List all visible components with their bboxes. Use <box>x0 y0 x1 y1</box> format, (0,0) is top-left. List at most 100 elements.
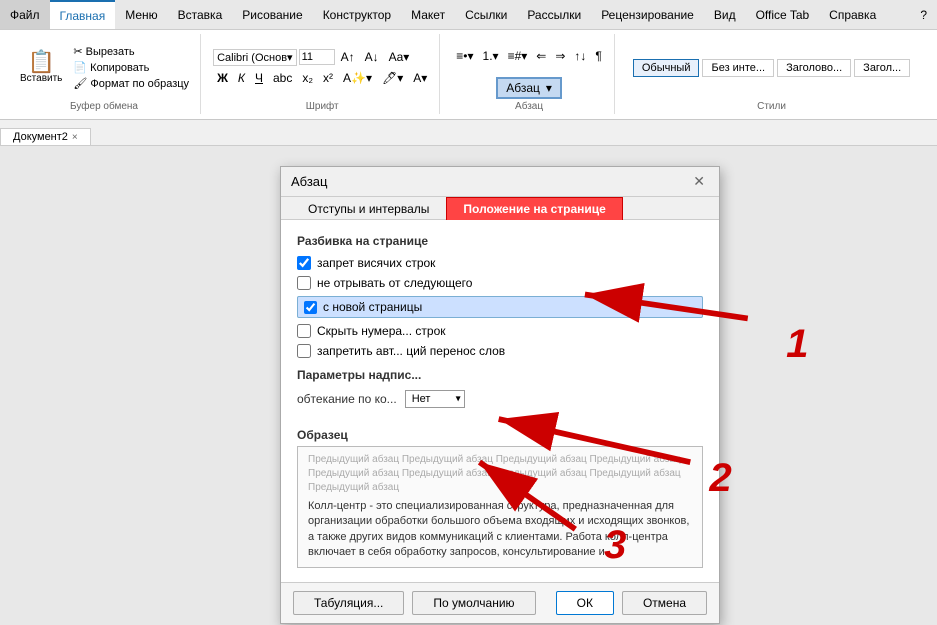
bullets-button[interactable]: ≡•▾ <box>452 47 477 65</box>
abzac-highlight-box[interactable]: Абзац ▾ <box>496 77 562 99</box>
font-size-select[interactable]: 11 <box>299 49 335 65</box>
font-label: Шрифт <box>306 99 339 112</box>
checkbox-no-hyphenation-input[interactable] <box>297 344 311 358</box>
abzac-highlight-label: Абзац <box>506 81 540 95</box>
menu-help-icon[interactable]: ? <box>910 0 937 29</box>
dialog-footer: Табуляция... По умолчанию ОК Отмена <box>281 582 719 623</box>
dialog-tabs: Отступы и интервалы Положение на страниц… <box>281 197 719 220</box>
font-content: Calibri (Основ▾ 11 A↑ A↓ Aa▾ Ж К Ч abc x… <box>213 36 431 99</box>
menu-help[interactable]: Справка <box>819 0 886 29</box>
dialog-close-button[interactable]: ✕ <box>689 173 709 190</box>
menu-constructor[interactable]: Конструктор <box>313 0 401 29</box>
checkbox-page-break-label: с новой страницы <box>323 300 422 314</box>
checkbox-suppress-line-numbers-label: Скрыть нумера... строк <box>317 324 446 338</box>
default-button[interactable]: По умолчанию <box>412 591 535 615</box>
checkbox-orphan-input[interactable] <box>297 256 311 270</box>
checkbox-suppress-line-numbers-input[interactable] <box>297 324 311 338</box>
tabulyatsiya-button[interactable]: Табуляция... <box>293 591 404 615</box>
abzac-expand-icon: ▾ <box>546 81 552 95</box>
checkbox-keep-with-next-input[interactable] <box>297 276 311 290</box>
paste-icon: 📋 <box>27 51 54 73</box>
menu-insert[interactable]: Вставка <box>168 0 233 29</box>
style-heading2[interactable]: Загол... <box>854 59 910 77</box>
change-case-button[interactable]: Aa▾ <box>385 48 414 66</box>
checkbox-page-break-before: с новой страницы <box>297 296 703 318</box>
nadpis-section-title: Параметры надпис... <box>297 368 703 382</box>
wrap-row: обтекание по ко... Нет <box>297 390 703 408</box>
nadpis-section: Параметры надпис... обтекание по ко... Н… <box>297 368 703 408</box>
wrap-select-wrapper: Нет <box>405 390 465 408</box>
ok-button[interactable]: ОК <box>556 591 614 615</box>
menu-office-tab[interactable]: Office Tab <box>746 0 820 29</box>
styles-section: Обычный Без инте... Заголово... Загол... <box>627 57 916 79</box>
svg-text:1: 1 <box>786 321 808 366</box>
menu-file[interactable]: Файл <box>0 0 50 29</box>
section-pagination-title: Разбивка на странице <box>297 234 703 248</box>
copy-button[interactable]: 📄 Копировать <box>70 60 192 75</box>
menu-draw[interactable]: Рисование <box>232 0 312 29</box>
decrease-indent-button[interactable]: ⇐ <box>532 47 550 65</box>
superscript-button[interactable]: x² <box>319 69 337 87</box>
cancel-button[interactable]: Отмена <box>622 591 707 615</box>
dialog-body: Разбивка на странице запрет висячих стро… <box>281 220 719 582</box>
numbering-button[interactable]: 1.▾ <box>479 47 503 65</box>
sample-section: Образец Предыдущий абзац Предыдущий абза… <box>297 428 703 568</box>
menu-home[interactable]: Главная <box>50 0 116 29</box>
style-heading1[interactable]: Заголово... <box>777 59 851 77</box>
checkbox-no-hyphenation-label: запретить авт... ций перенос слов <box>317 344 505 358</box>
wrap-label: обтекание по ко... <box>297 392 397 406</box>
paste-button[interactable]: 📋 Вставить <box>16 49 66 86</box>
menu-menu[interactable]: Меню <box>115 0 167 29</box>
style-no-spacing[interactable]: Без инте... <box>702 59 774 77</box>
ribbon-group-styles: Обычный Без инте... Заголово... Загол...… <box>619 34 924 114</box>
format-painter-button[interactable]: 🖌 Формат по образцу <box>70 76 192 91</box>
dialog-title-bar[interactable]: Абзац ✕ <box>281 167 719 197</box>
strikethrough-button[interactable]: abc <box>269 69 296 87</box>
font-grow-button[interactable]: A↑ <box>337 48 359 66</box>
paste-label: Вставить <box>20 73 62 84</box>
menu-bar: Файл Главная Меню Вставка Рисование Конс… <box>0 0 937 30</box>
ribbon-group-font: Calibri (Основ▾ 11 A↑ A↓ Aa▾ Ж К Ч abc x… <box>205 34 440 114</box>
clipboard-content: 📋 Вставить ✂ Вырезать 📄 Копировать 🖌 Фор… <box>16 36 192 99</box>
sample-main-text: Колл-центр - это специализированная стру… <box>308 499 692 561</box>
menu-links[interactable]: Ссылки <box>455 0 517 29</box>
dialog-tab-position[interactable]: Положение на странице <box>446 197 622 220</box>
font-shrink-button[interactable]: A↓ <box>361 48 383 66</box>
style-normal[interactable]: Обычный <box>633 59 700 77</box>
highlight-button[interactable]: 🖊▾ <box>378 69 407 87</box>
menu-layout[interactable]: Макет <box>401 0 455 29</box>
menu-view[interactable]: Вид <box>704 0 746 29</box>
increase-indent-button[interactable]: ⇒ <box>551 47 569 65</box>
bold-button[interactable]: Ж <box>213 69 232 87</box>
dialog-footer-right: ОК Отмена <box>556 591 707 615</box>
dialog-tab-indents[interactable]: Отступы и интервалы <box>291 197 446 220</box>
styles-label: Стили <box>757 99 786 112</box>
italic-button[interactable]: К <box>234 69 249 87</box>
paragraph-label: Абзац <box>515 99 543 112</box>
font-controls: Calibri (Основ▾ 11 A↑ A↓ Aa▾ Ж К Ч abc x… <box>213 48 431 87</box>
subscript-button[interactable]: x₂ <box>298 69 317 87</box>
paragraph-align-buttons: ≡•▾ 1.▾ ≡#▾ ⇐ ⇒ ↑↓ ¶ <box>452 47 606 65</box>
ribbon-group-clipboard: 📋 Вставить ✂ Вырезать 📄 Копировать 🖌 Фор… <box>8 34 201 114</box>
underline-button[interactable]: Ч <box>251 69 267 87</box>
font-color-button[interactable]: A▾ <box>409 69 431 87</box>
sample-prev-text: Предыдущий абзац Предыдущий абзац Предыд… <box>308 453 692 495</box>
checkbox-keep-with-next-label: не отрывать от следующего <box>317 276 472 290</box>
multilevel-button[interactable]: ≡#▾ <box>504 47 532 65</box>
show-marks-button[interactable]: ¶ <box>591 47 605 65</box>
wrap-select[interactable]: Нет <box>405 390 465 408</box>
text-effects-button[interactable]: A✨▾ <box>339 69 376 87</box>
document-tab[interactable]: Документ2 × <box>0 128 91 145</box>
font-family-select[interactable]: Calibri (Основ▾ <box>213 49 297 66</box>
ribbon-group-paragraph: ≡•▾ 1.▾ ≡#▾ ⇐ ⇒ ↑↓ ¶ Абзац ▾ Абзац <box>444 34 615 114</box>
document-tab-close[interactable]: × <box>72 132 78 143</box>
checkbox-page-break-input[interactable] <box>304 301 317 314</box>
sort-button[interactable]: ↑↓ <box>570 47 590 65</box>
cut-button[interactable]: ✂ Вырезать <box>70 44 192 59</box>
sample-box: Предыдущий абзац Предыдущий абзац Предыд… <box>297 446 703 568</box>
ribbon: 📋 Вставить ✂ Вырезать 📄 Копировать 🖌 Фор… <box>0 30 937 120</box>
checkbox-no-hyphenation: запретить авт... ций перенос слов <box>297 344 703 358</box>
checkbox-orphan-control: запрет висячих строк <box>297 256 703 270</box>
menu-review[interactable]: Рецензирование <box>591 0 704 29</box>
menu-mailings[interactable]: Рассылки <box>517 0 591 29</box>
